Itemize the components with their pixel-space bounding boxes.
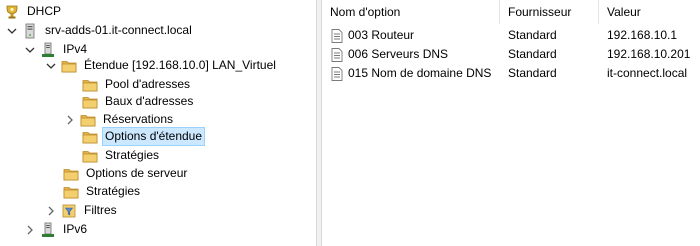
- chevron-down-icon[interactable]: [45, 56, 57, 75]
- dhcp-console: DHCP srv-adds-01.it-connect.local IPv4 É…: [0, 0, 700, 246]
- value-cell: it-connect.local: [607, 66, 688, 80]
- tree-item-dhcp[interactable]: DHCP: [4, 2, 64, 21]
- chevron-right-icon[interactable]: [45, 201, 57, 220]
- option-name: 006 Serveurs DNS: [348, 47, 449, 61]
- folder-icon: [82, 148, 98, 164]
- chevron-right-icon[interactable]: [24, 220, 36, 239]
- tree-label: Options d'étendue: [102, 127, 206, 146]
- chevron-down-icon[interactable]: [24, 40, 36, 59]
- folder-icon: [82, 129, 98, 145]
- column-header-option-name[interactable]: Nom d'option: [322, 0, 500, 24]
- tree-label: Baux d'adresses: [105, 94, 194, 108]
- tree-item-filters[interactable]: Filtres: [45, 201, 120, 220]
- tree-item-ipv6[interactable]: IPv6: [24, 220, 90, 239]
- option-name: 003 Routeur: [348, 28, 415, 42]
- tree-label: IPv6: [63, 222, 88, 236]
- folder-icon: [82, 94, 98, 110]
- ipv6-icon: [40, 222, 56, 238]
- chevron-down-icon[interactable]: [6, 21, 18, 40]
- column-header-vendor[interactable]: Fournisseur: [500, 0, 599, 24]
- tree-item-ipv4-policies[interactable]: Stratégies: [63, 182, 143, 201]
- tree-label: Filtres: [84, 203, 117, 217]
- tree-item-address-leases[interactable]: Baux d'adresses: [82, 92, 196, 111]
- table-row[interactable]: 003 Routeur Standard 192.168.10.1: [322, 26, 700, 45]
- list-header: Nom d'option Fournisseur Valeur: [322, 0, 700, 24]
- option-document-icon: [331, 66, 343, 81]
- tree-label: srv-adds-01.it-connect.local: [45, 23, 192, 37]
- tree-label: Stratégies: [105, 148, 160, 162]
- server-icon: [22, 23, 38, 39]
- tree-item-scope-options[interactable]: Options d'étendue: [82, 127, 206, 146]
- tree-label: Étendue [192.168.10.0] LAN_Virtuel: [84, 58, 276, 72]
- folder-icon: [63, 184, 79, 200]
- console-tree: DHCP srv-adds-01.it-connect.local IPv4 É…: [0, 0, 316, 246]
- tree-label: Stratégies: [86, 184, 141, 198]
- filter-icon: [61, 203, 77, 219]
- vendor-cell: Standard: [508, 47, 557, 61]
- vendor-cell: Standard: [508, 28, 557, 42]
- folder-icon: [80, 112, 96, 128]
- dhcp-icon: [4, 4, 20, 20]
- option-name: 015 Nom de domaine DNS: [348, 66, 492, 80]
- folder-icon: [63, 166, 79, 182]
- folder-icon: [82, 77, 98, 93]
- value-cell: 192.168.10.1: [607, 28, 678, 42]
- option-document-icon: [331, 28, 343, 43]
- tree-item-server[interactable]: srv-adds-01.it-connect.local: [6, 21, 195, 40]
- tree-label: DHCP: [27, 4, 62, 18]
- tree-item-scope[interactable]: Étendue [192.168.10.0] LAN_Virtuel: [45, 56, 279, 75]
- option-name-cell: 003 Routeur: [331, 26, 414, 45]
- option-document-icon: [331, 47, 343, 62]
- table-row[interactable]: 006 Serveurs DNS Standard 192.168.10.201: [322, 45, 700, 64]
- tree-item-server-options[interactable]: Options de serveur: [63, 164, 190, 183]
- table-row[interactable]: 015 Nom de domaine DNS Standard it-conne…: [322, 64, 700, 83]
- tree-item-scope-policies[interactable]: Stratégies: [82, 146, 162, 165]
- tree-label: Options de serveur: [86, 166, 188, 180]
- option-name-cell: 015 Nom de domaine DNS: [331, 64, 491, 83]
- chevron-right-icon[interactable]: [64, 110, 76, 129]
- option-name-cell: 006 Serveurs DNS: [331, 45, 448, 64]
- options-list: Nom d'option Fournisseur Valeur 003 Rout…: [322, 0, 700, 246]
- column-header-value[interactable]: Valeur: [599, 0, 700, 24]
- value-cell: 192.168.10.201: [607, 47, 691, 61]
- folder-icon: [61, 58, 77, 74]
- vendor-cell: Standard: [508, 66, 557, 80]
